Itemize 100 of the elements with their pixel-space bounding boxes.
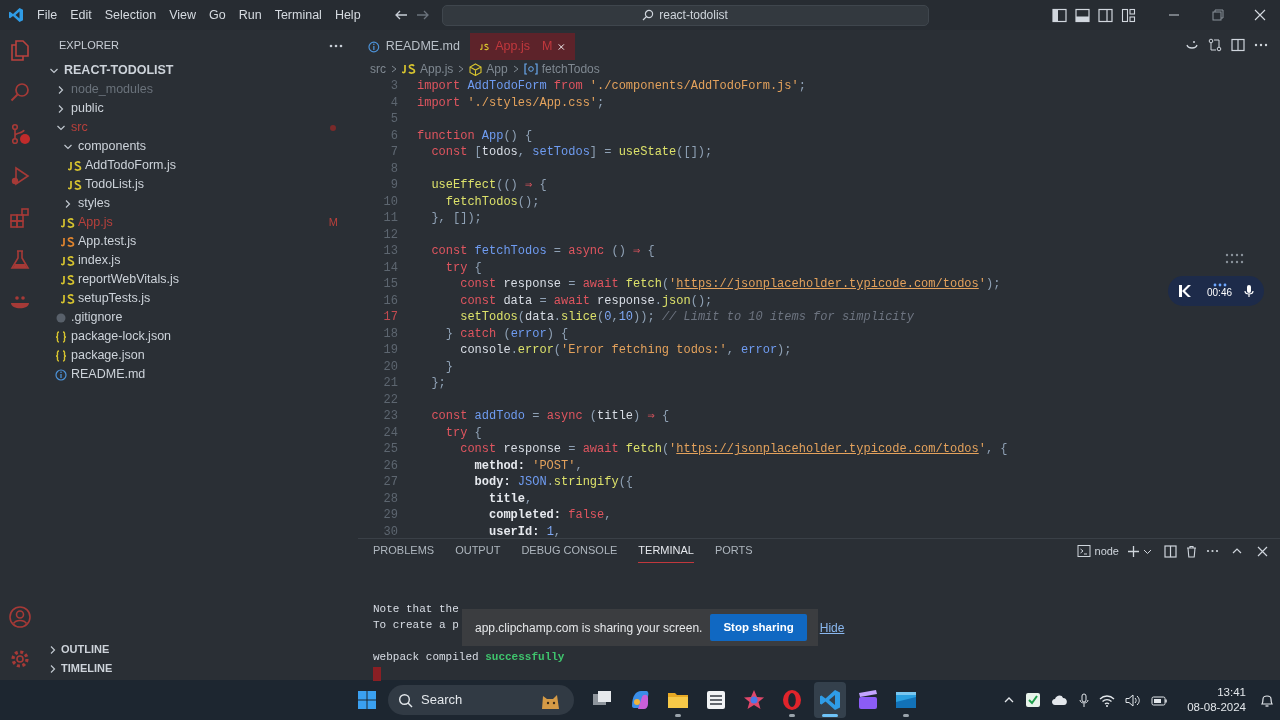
stop-sharing-button[interactable]: Stop sharing <box>710 614 807 641</box>
explorer-item[interactable]: .gitignore <box>40 308 358 327</box>
cloud-icon[interactable] <box>1051 694 1070 706</box>
code-line: const fetchTodos = async () ⇒ { <box>430 243 655 261</box>
menu-item[interactable]: Help <box>334 5 361 25</box>
explorer-item[interactable]: AddTodoForm.js <box>40 156 358 175</box>
terminal-name[interactable]: node <box>1094 542 1119 560</box>
braces-icon <box>55 330 67 343</box>
explorer-item[interactable]: reportWebVitals.js <box>40 270 358 289</box>
search-field[interactable]: react-todolist <box>441 4 929 26</box>
explorer-item[interactable]: public <box>40 99 358 118</box>
code-line: const response = await fetch('https://jsonplaceholder.typicode.com/todos'); <box>459 276 1001 294</box>
search-icon <box>642 9 655 21</box>
explorer-item[interactable]: README.md <box>40 365 358 384</box>
clock-date[interactable]: 08-08-2024 <box>1187 700 1246 715</box>
battery-icon[interactable] <box>1151 693 1170 707</box>
line-number: 21 <box>382 375 398 393</box>
clock-time[interactable]: 13:41 <box>1217 685 1246 700</box>
code-line: try { <box>444 424 482 442</box>
code-editor-icon <box>818 688 842 712</box>
logo-icon[interactable] <box>8 7 24 23</box>
close-icon[interactable] <box>1257 545 1268 557</box>
line-number: 28 <box>382 490 398 508</box>
explorer-item[interactable]: package-lock.json <box>40 327 358 346</box>
breadcrumb-item[interactable]: fetchTodos <box>523 60 600 78</box>
menu-item[interactable]: View <box>169 5 196 25</box>
line-number: 7 <box>389 144 398 162</box>
recording-widget[interactable]: 00:46 <box>1168 276 1264 306</box>
app-tray-icon[interactable] <box>1025 692 1042 708</box>
drag-handle-icon[interactable] <box>1225 253 1245 265</box>
secondary-sidebar-icon[interactable] <box>1098 7 1113 23</box>
line-number: 13 <box>382 243 398 261</box>
microphone-icon[interactable] <box>1079 692 1090 708</box>
explorer-item[interactable]: REACT-TODOLIST <box>40 61 358 80</box>
panel-layout-icon[interactable] <box>1075 7 1090 23</box>
layout-icon[interactable] <box>1121 7 1136 23</box>
code-line: }; <box>430 375 446 393</box>
o-ring-icon <box>780 688 804 712</box>
breadcrumb-item[interactable]: App <box>469 60 508 78</box>
breadcrumb-item[interactable]: src <box>370 60 386 78</box>
dots-icon <box>1212 283 1227 287</box>
search-field[interactable]: Search <box>388 685 574 715</box>
sharing-message: app.clipchamp.com is sharing your screen. <box>475 619 703 637</box>
line-number: 8 <box>389 160 398 178</box>
panel-tab[interactable]: OUTPUT <box>455 539 501 563</box>
explorer-item[interactable]: index.js <box>40 251 358 270</box>
panel-tab[interactable]: PORTS <box>714 539 753 563</box>
js-file-icon <box>61 274 75 285</box>
menu-item[interactable]: Edit <box>70 5 92 25</box>
menu-item[interactable]: Run <box>238 5 262 25</box>
restore-icon[interactable] <box>1212 9 1224 21</box>
trash-icon[interactable] <box>1185 544 1198 558</box>
hide-link[interactable]: Hide <box>819 618 845 637</box>
explorer-item[interactable]: styles <box>40 194 358 213</box>
microphone-icon[interactable] <box>1244 284 1254 298</box>
code-line: method: 'POST', <box>473 457 583 475</box>
wifi-icon[interactable] <box>1099 693 1116 707</box>
code-line: body: JSON.stringify({ <box>473 474 634 492</box>
close-icon[interactable] <box>1254 9 1266 21</box>
code-line: function App() { <box>417 127 533 145</box>
smile-icon[interactable] <box>1185 38 1199 52</box>
explorer-item[interactable]: setupTests.js <box>40 289 358 308</box>
plus-icon[interactable] <box>1127 544 1140 558</box>
breadcrumb-item[interactable]: App.js <box>402 60 454 78</box>
section-header[interactable]: OUTLINE <box>40 640 358 659</box>
more-icon[interactable] <box>1254 43 1268 47</box>
explorer-item[interactable]: App.test.js <box>40 232 358 251</box>
editor-tab[interactable]: README.md <box>358 33 470 60</box>
code-line: }, []); <box>430 210 482 228</box>
terminal-line: Note that the <box>373 602 459 617</box>
split-editor-icon[interactable] <box>1231 38 1245 52</box>
panel-tab[interactable]: TERMINAL <box>638 539 694 563</box>
more-icon[interactable] <box>1206 549 1219 553</box>
menu-item[interactable]: Go <box>209 5 226 25</box>
more-icon[interactable] <box>329 43 343 48</box>
menu-item[interactable]: Terminal <box>274 5 322 25</box>
explorer-item[interactable]: package.json <box>40 346 358 365</box>
line-number: 23 <box>382 408 398 426</box>
menu-item[interactable]: File <box>37 5 58 25</box>
code-line: userId: 1, <box>488 523 562 538</box>
forward-arrow-icon[interactable] <box>415 8 430 22</box>
explorer-item[interactable]: components <box>40 137 358 156</box>
volume-icon[interactable] <box>1125 693 1142 707</box>
line-number: 30 <box>382 523 398 538</box>
recording-time: 00:46 <box>1207 287 1233 299</box>
section-header[interactable]: TIMELINE <box>40 659 358 678</box>
taskbar-app[interactable] <box>814 682 846 718</box>
bell-icon[interactable] <box>1260 692 1274 708</box>
sidebar-layout-icon[interactable] <box>1052 7 1067 23</box>
compare-changes-icon[interactable] <box>1208 38 1222 52</box>
js-file-icon <box>68 160 82 171</box>
split-terminal-icon[interactable] <box>1164 544 1177 558</box>
line-number: 5 <box>389 111 398 129</box>
panel-tab[interactable]: DEBUG CONSOLE <box>521 539 618 563</box>
menu-item[interactable]: Selection <box>104 5 157 25</box>
panel-tab[interactable]: PROBLEMS <box>373 539 435 563</box>
explorer-item[interactable]: TodoList.js <box>40 175 358 194</box>
back-arrow-icon[interactable] <box>393 8 408 22</box>
line-number: 3 <box>389 78 398 96</box>
close-icon[interactable] <box>558 41 565 52</box>
